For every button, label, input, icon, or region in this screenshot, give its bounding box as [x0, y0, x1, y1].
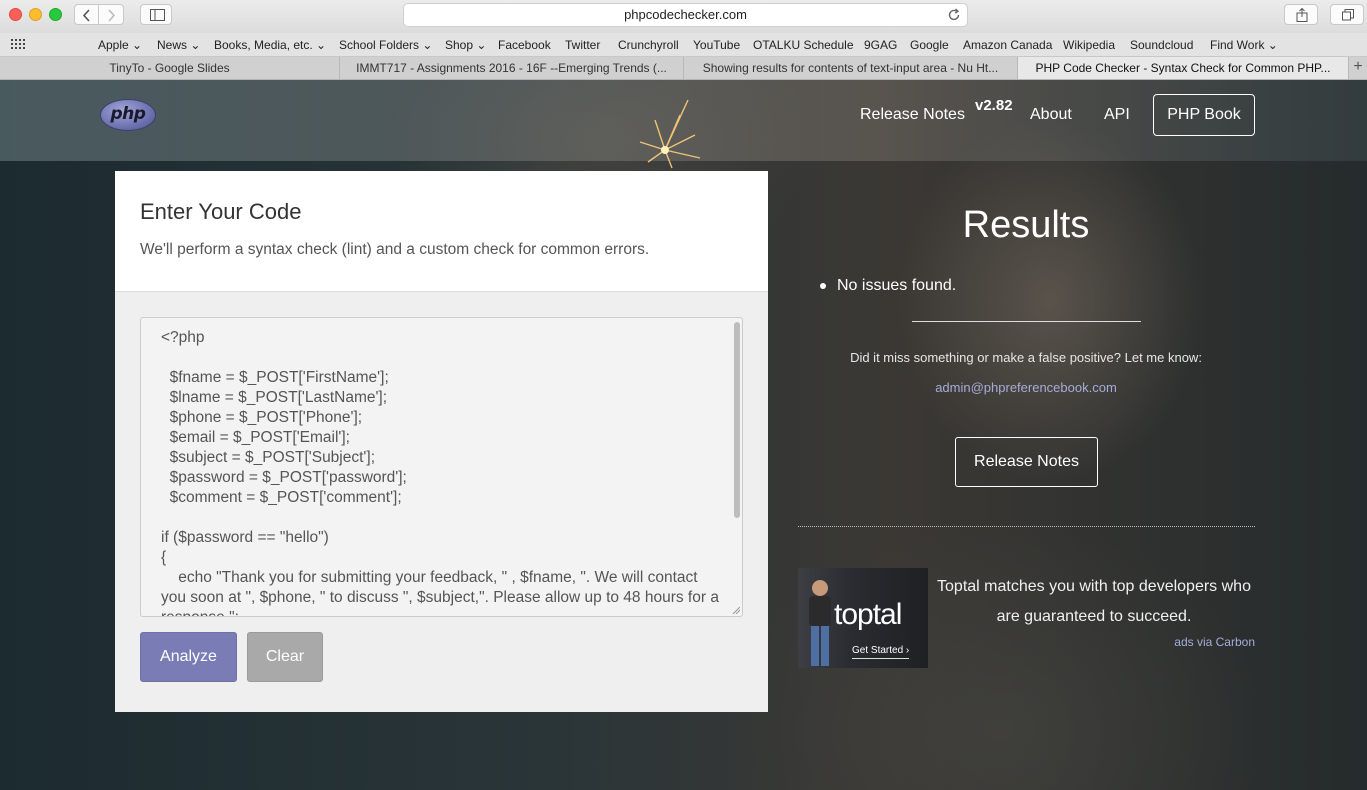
version-badge: v2.82: [975, 97, 1013, 114]
php-book-button[interactable]: PHP Book: [1153, 94, 1255, 136]
scrollbar-thumb[interactable]: [734, 322, 740, 518]
tabs-overview-icon: [1342, 9, 1354, 21]
toptal-logo: toptal: [834, 598, 902, 631]
bookmark-amazon-canada[interactable]: Amazon Canada: [963, 38, 1052, 52]
bookmark-twitter[interactable]: Twitter: [565, 38, 600, 52]
analyze-button[interactable]: Analyze: [140, 632, 237, 682]
code-textarea[interactable]: <?php $fname = $_POST['FirstName']; $lna…: [140, 317, 743, 617]
nav-about[interactable]: About: [1030, 106, 1072, 124]
card-header: Enter Your Code We'll perform a syntax c…: [115, 171, 768, 292]
share-button[interactable]: [1284, 4, 1318, 25]
bookmark-folder-apple[interactable]: Apple ⌄: [98, 38, 142, 52]
card-subtitle: We'll perform a syntax check (lint) and …: [140, 241, 650, 258]
nav-release-notes[interactable]: Release Notes: [860, 106, 965, 124]
bookmark-folder-school[interactable]: School Folders ⌄: [339, 38, 432, 52]
close-window-button[interactable]: [9, 8, 22, 21]
back-button[interactable]: [74, 4, 99, 25]
resize-grip-icon[interactable]: [732, 606, 740, 614]
code-content: <?php $fname = $_POST['FirstName']; $lna…: [161, 329, 719, 616]
bookmark-youtube[interactable]: YouTube: [693, 38, 740, 52]
ads-via-carbon-link[interactable]: ads via Carbon: [1100, 635, 1255, 649]
code-input-card: Enter Your Code We'll perform a syntax c…: [115, 171, 768, 712]
minimize-window-button[interactable]: [29, 8, 42, 21]
forward-button[interactable]: [99, 4, 124, 25]
contact-email-link[interactable]: admin@phpreferencebook.com: [798, 380, 1254, 395]
dotted-divider: [798, 526, 1255, 527]
tab-tinyto-slides[interactable]: TinyTo - Google Slides: [0, 57, 340, 79]
share-icon: [1296, 8, 1308, 22]
top-sites-grid-icon[interactable]: [11, 39, 26, 50]
bookmark-9gag[interactable]: 9GAG: [864, 38, 897, 52]
reload-icon[interactable]: [947, 8, 961, 22]
result-item: No issues found.: [837, 277, 957, 294]
sparkler-decoration: [639, 99, 701, 169]
new-tab-button[interactable]: +: [1348, 57, 1367, 79]
page-content: php Release Notes v2.82 About API PHP Bo…: [0, 80, 1367, 790]
release-notes-button[interactable]: Release Notes: [955, 437, 1098, 487]
clear-button[interactable]: Clear: [247, 632, 323, 682]
tab-bar: TinyTo - Google Slides IMMT717 - Assignm…: [0, 57, 1367, 80]
browser-toolbar: phpcodechecker.com: [0, 0, 1367, 33]
tab-immt717-assignments[interactable]: IMMT717 - Assignments 2016 - 16F --Emerg…: [340, 57, 684, 79]
sidebar-icon: [150, 9, 165, 21]
chevron-left-icon: [82, 9, 90, 22]
bookmark-otalku[interactable]: OTALKU Schedule: [753, 38, 854, 52]
chevron-right-icon: [108, 9, 116, 22]
php-logo[interactable]: php: [100, 99, 156, 131]
sidebar-toggle-button[interactable]: [140, 4, 172, 25]
url-text: phpcodechecker.com: [624, 7, 747, 22]
tab-php-code-checker[interactable]: PHP Code Checker - Syntax Check for Comm…: [1018, 57, 1349, 79]
get-started-link[interactable]: Get Started ›: [852, 645, 910, 659]
toptal-ad-image[interactable]: toptal Get Started ›: [798, 568, 928, 668]
address-bar[interactable]: phpcodechecker.com: [403, 3, 968, 27]
show-tabs-button[interactable]: [1330, 4, 1364, 25]
tab-nu-html-results[interactable]: Showing results for contents of text-inp…: [684, 57, 1018, 79]
results-divider: [912, 321, 1141, 322]
card-title: Enter Your Code: [140, 199, 302, 224]
result-bullet: [820, 283, 826, 289]
results-title: Results: [962, 204, 1090, 246]
nav-api[interactable]: API: [1104, 106, 1130, 124]
bookmark-soundcloud[interactable]: Soundcloud: [1130, 38, 1193, 52]
bookmark-crunchyroll[interactable]: Crunchyroll: [618, 38, 679, 52]
zoom-window-button[interactable]: [49, 8, 62, 21]
bookmark-folder-books-media[interactable]: Books, Media, etc. ⌄: [214, 38, 326, 52]
bookmark-folder-news[interactable]: News ⌄: [157, 38, 200, 52]
bookmark-wikipedia[interactable]: Wikipedia: [1063, 38, 1115, 52]
bookmarks-bar: Apple ⌄ News ⌄ Books, Media, etc. ⌄ Scho…: [0, 33, 1367, 57]
bookmark-folder-shop[interactable]: Shop ⌄: [445, 38, 486, 52]
bookmark-facebook[interactable]: Facebook: [498, 38, 551, 52]
bookmark-google[interactable]: Google: [910, 38, 949, 52]
ad-text[interactable]: Toptal matches you with top developers w…: [934, 572, 1254, 632]
bookmark-folder-find-work[interactable]: Find Work ⌄: [1210, 38, 1278, 52]
feedback-text: Did it miss something or make a false po…: [850, 350, 1202, 365]
